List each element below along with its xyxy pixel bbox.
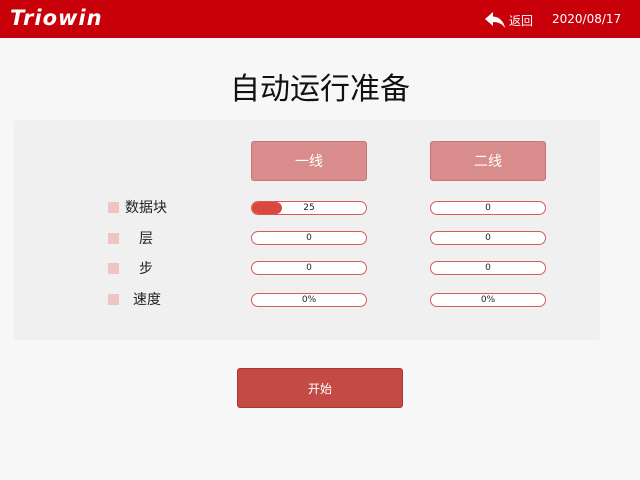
row-marker [108,293,119,305]
field-value: 0 [306,233,312,243]
row-label-text: 速度 [133,292,161,308]
line2-speed-field[interactable]: 0% [430,293,546,307]
field-value: 0 [485,233,491,243]
row-label-text: 数据块 [125,200,167,216]
top-bar: Triowin 返回 2020/08/17 [0,0,640,38]
line2-datablock-field[interactable]: 0 [430,201,546,215]
row-label-step: 步 [108,260,153,277]
field-value: 0 [485,263,491,273]
date-display: 2020/08/17 [552,12,622,26]
field-value: 0% [301,295,317,305]
start-button[interactable]: 开始 [237,368,403,408]
row-marker [108,262,119,274]
line1-speed-field[interactable]: 0% [251,293,367,307]
row-label-text: 层 [139,231,153,247]
page-title: 自动运行准备 [230,72,410,107]
field-value: 25 [303,203,315,213]
field-value: 0 [306,263,312,273]
triowin-logo: Triowin [10,6,103,30]
line2-button[interactable]: 二线 [430,141,546,181]
line2-layer-field[interactable]: 0 [430,231,546,245]
line1-datablock-field[interactable]: 25 [251,201,367,215]
back-button[interactable]: 返回 [484,10,533,30]
line1-button[interactable]: 一线 [251,141,367,181]
row-label-text: 步 [139,261,153,277]
back-label: 返回 [509,13,534,28]
row-label-speed: 速度 [108,291,161,308]
field-value: 0% [480,295,496,305]
line1-layer-field[interactable]: 0 [251,231,367,245]
row-label-layer: 层 [108,230,153,247]
line2-step-field[interactable]: 0 [430,261,546,275]
row-label-datablock: 数据块 [108,199,167,216]
back-arrow-icon [485,12,505,28]
row-marker [108,232,119,244]
row-marker [108,201,119,213]
line1-step-field[interactable]: 0 [251,261,367,275]
field-value: 0 [485,203,491,213]
